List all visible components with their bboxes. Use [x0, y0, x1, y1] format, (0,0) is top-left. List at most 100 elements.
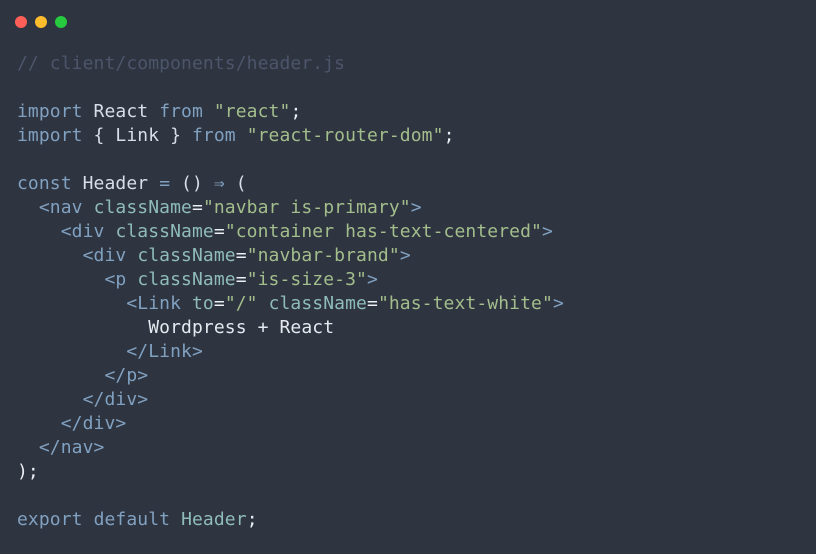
code-identifier: Header	[181, 509, 247, 530]
code-jsx-tag: <p	[104, 269, 127, 290]
code-jsx-tag: </div>	[60, 413, 127, 434]
code-string: "react"	[213, 101, 291, 122]
code-jsx-tag: <div	[82, 245, 127, 266]
code-line: </div>	[17, 412, 564, 436]
code-keyword: from	[192, 125, 236, 146]
code-line: const Header = () ⇒ (	[17, 172, 564, 196]
code-string: "/"	[224, 293, 258, 314]
code-jsx-attribute: className	[93, 197, 192, 218]
code-text: React	[82, 101, 160, 122]
code-operator: ⇒	[213, 173, 225, 194]
code-line: <nav className="navbar is-primary">	[17, 196, 564, 220]
code-jsx-tag: </Link>	[126, 341, 203, 362]
code-text: Header	[71, 173, 160, 194]
code-line: </p>	[17, 364, 564, 388]
code-string: "react-router-dom"	[246, 125, 444, 146]
code-text: ()	[170, 173, 214, 194]
code-line: <div className="container has-text-cente…	[17, 220, 564, 244]
code-line: <Link to="/" className="has-text-white">	[17, 292, 564, 316]
code-keyword: from	[159, 101, 203, 122]
code-jsx-tag: >	[541, 221, 553, 242]
code-keyword: export	[17, 509, 83, 530]
code-punctuation: =	[213, 221, 225, 242]
code-jsx-attribute: className	[137, 245, 236, 266]
code-jsx-attribute: className	[268, 293, 367, 314]
close-window-icon[interactable]	[15, 16, 27, 28]
code-line: );	[17, 460, 564, 484]
code-jsx-attribute: to	[192, 293, 214, 314]
code-keyword: import	[17, 125, 83, 146]
code-keyword: const	[17, 173, 72, 194]
code-punctuation: =	[235, 269, 247, 290]
code-line: // client/components/header.js	[17, 52, 564, 76]
code-string: "has-text-white"	[377, 293, 553, 314]
code-jsx-tag: <div	[60, 221, 105, 242]
code-jsx-tag: </div>	[82, 389, 149, 410]
code-keyword: default	[93, 509, 171, 530]
code-punctuation: =	[213, 293, 225, 314]
code-jsx-text: Wordpress + React	[17, 317, 335, 338]
code-jsx-tag: <nav	[38, 197, 83, 218]
code-punctuation: ;	[246, 509, 258, 530]
code-string: "navbar is-primary"	[202, 197, 411, 218]
code-jsx-attribute: className	[137, 269, 236, 290]
code-line: </nav>	[17, 436, 564, 460]
code-jsx-tag: <Link	[126, 293, 182, 314]
code-line: import { Link } from "react-router-dom";	[17, 124, 564, 148]
code-jsx-tag: >	[552, 293, 564, 314]
code-line: </div>	[17, 388, 564, 412]
code-jsx-tag: >	[410, 197, 422, 218]
code-punctuation: ;	[443, 125, 455, 146]
code-punctuation: =	[235, 245, 247, 266]
code-punctuation: =	[367, 293, 378, 314]
code-text: { Link }	[82, 125, 192, 146]
code-string: "container has-text-centered"	[224, 221, 542, 242]
code-line: <p className="is-size-3">	[17, 268, 564, 292]
minimize-window-icon[interactable]	[35, 16, 47, 28]
code-comment: // client/components/header.js	[17, 53, 346, 74]
code-jsx-attribute: className	[115, 221, 214, 242]
code-punctuation: =	[192, 197, 203, 218]
code-text: (	[224, 173, 247, 194]
code-operator: =	[159, 173, 171, 194]
code-punctuation: );	[17, 461, 39, 482]
code-string: "is-size-3"	[246, 269, 367, 290]
code-window: // client/components/header.js import Rea…	[0, 0, 816, 554]
code-string: "navbar-brand"	[246, 245, 400, 266]
code-keyword: import	[17, 101, 83, 122]
code-line: <div className="navbar-brand">	[17, 244, 564, 268]
code-jsx-tag: >	[367, 269, 378, 290]
maximize-window-icon[interactable]	[55, 16, 67, 28]
code-block: // client/components/header.js import Rea…	[17, 52, 564, 532]
code-line: export default Header;	[17, 508, 564, 532]
code-jsx-tag: </nav>	[38, 437, 105, 458]
window-controls	[15, 16, 67, 28]
code-jsx-tag: </p>	[104, 365, 149, 386]
code-jsx-tag: >	[399, 245, 411, 266]
code-line: import React from "react";	[17, 100, 564, 124]
code-line: Wordpress + React	[17, 316, 564, 340]
code-line: </Link>	[17, 340, 564, 364]
